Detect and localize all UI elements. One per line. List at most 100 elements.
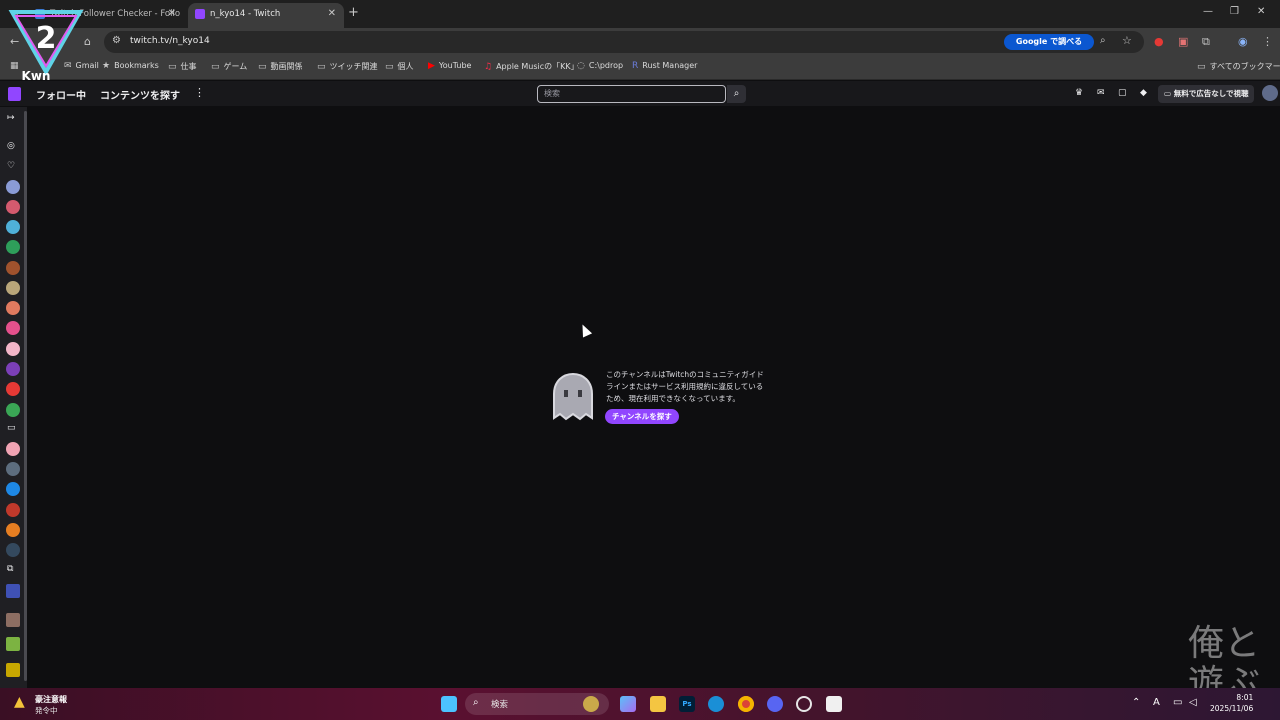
more-icon[interactable]: ⋮ [194,86,205,99]
channel-avatar[interactable] [6,462,20,476]
channel-avatar[interactable] [6,523,20,537]
taskbar-search[interactable]: ⌕ 検索 [465,693,609,715]
folder-icon: ▭ [211,62,220,72]
channel-avatar[interactable] [6,342,20,356]
ghost-icon [553,372,593,421]
channel-avatar[interactable] [6,637,20,651]
streamer-logo-icon: 2 Kwn [8,10,84,82]
home-icon[interactable]: ⌂ [84,35,91,48]
bookmark-folder-personal[interactable]: ▭ 個人 [385,61,414,72]
photoshop-icon[interactable]: Ps [679,696,695,712]
profile-icon[interactable]: ◉ [1238,35,1248,48]
channel-avatar[interactable] [6,403,20,417]
channel-avatar[interactable] [6,482,20,496]
bookmark-star-icon[interactable]: ☆ [1122,34,1132,47]
all-bookmarks[interactable]: ▭すべてのブックマーク [1197,61,1280,72]
volume-icon[interactable]: ◁ [1189,697,1197,708]
channel-avatar[interactable] [6,240,20,254]
channel-avatar[interactable] [6,442,20,456]
bookmark-apple-music[interactable]: ♫ Apple Musicの「KK」 [484,61,579,72]
extension-pink-icon[interactable]: ▣ [1178,35,1188,48]
apple-music-icon: ♫ [484,62,493,72]
channel-avatar[interactable] [6,613,20,627]
adfree-button[interactable]: ▭ 無料で広告なしで視聴 [1158,85,1255,103]
channel-avatar[interactable] [6,281,20,295]
nav-browse[interactable]: コンテンツを探す [100,87,180,102]
folder-icon: ▭ [258,62,267,72]
channel-avatar[interactable] [6,220,20,234]
maximize-icon[interactable]: ❐ [1230,6,1239,17]
close-tab-icon[interactable]: ✕ [328,3,336,25]
camera-icon[interactable]: ▭ [7,423,16,433]
folder-icon: ▭ [317,62,326,72]
recommended-icon[interactable]: ◎ [7,141,15,151]
network-icon[interactable]: ▭ [1173,697,1182,708]
google-search-button[interactable]: Google で調べる [1004,34,1094,50]
system-clock[interactable]: 8:01 2025/11/06 [1210,692,1253,714]
unavailable-message: このチャンネルはTwitchのコミュニティガイドラインまたはサービス利用規約に違… [606,370,764,403]
new-tab-button[interactable]: + [348,5,359,20]
address-bar[interactable]: ⚙ twitch.tv/n_kyo14 Google で調べる ⌕ ☆ [104,31,1144,53]
zoom-icon[interactable]: ⌕ [1100,35,1106,46]
channel-avatar[interactable] [6,503,20,517]
user-avatar[interactable] [1262,85,1278,101]
bookmark-folder-games[interactable]: ▭ ゲーム [211,61,247,72]
twitch-logo-icon[interactable] [8,87,21,101]
windows-taskbar: ▲ 豪注意報 発令中 ⌕ 検索 Ps ⌃ A ▭ ◁ 8:01 2025/11/… [0,688,1280,720]
followed-channels-sidebar: ↦ ◎ ♡ ▭ ⧉ [0,107,27,688]
bookmark-cpdrop[interactable]: ◌ C:\pdrop [577,61,623,71]
folder-icon: ▭ [385,62,394,72]
channel-avatar[interactable] [6,200,20,214]
channel-avatar[interactable] [6,180,20,194]
store-icon[interactable] [826,696,842,712]
channel-avatar[interactable] [6,584,20,598]
url-text: twitch.tv/n_kyo14 [130,36,210,46]
search-input[interactable]: 検索 [537,85,726,103]
bookmark-bookmarks[interactable]: ★ Bookmarks [102,61,159,71]
bits-icon[interactable]: ◆ [1140,88,1147,98]
extensions-icon[interactable]: ⧉ [1202,35,1210,49]
tray-expand-icon[interactable]: ⌃ [1132,697,1140,708]
edge-icon[interactable] [708,696,724,712]
bookmark-youtube[interactable]: ▶ YouTube [428,61,471,71]
minimize-icon[interactable]: — [1203,6,1213,17]
bookmark-folder-work[interactable]: ▭ 仕事 [168,61,197,72]
inbox-icon[interactable]: ✉ [1097,88,1105,98]
channel-avatar[interactable] [6,382,20,396]
file-explorer-icon[interactable] [650,696,666,712]
chrome-icon[interactable] [738,696,754,712]
heart-icon[interactable]: ♡ [7,161,15,171]
bookmark-folder-twitch[interactable]: ▭ ツイッチ関連 [317,61,378,72]
ime-icon[interactable]: A [1153,697,1160,708]
browser-tab-bar: ⌄ Twitch Follower Checker - Follo ✕ n_ky… [0,0,1280,28]
channel-avatar[interactable] [6,362,20,376]
find-channel-button[interactable]: チャンネルを探す [605,409,679,424]
bookmark-folder-video[interactable]: ▭ 動画関係 [258,61,303,72]
site-info-icon[interactable]: ⚙ [112,35,121,46]
channel-content: このチャンネルはTwitchのコミュニティガイドラインまたはサービス利用規約に違… [27,107,1280,688]
tab-twitch-channel[interactable]: n_kyo14 - Twitch ✕ [188,3,344,28]
mouse-cursor-icon [577,322,593,338]
obs-icon[interactable] [796,696,812,712]
copy-icon[interactable]: ⧉ [7,564,13,574]
channel-avatar[interactable] [6,261,20,275]
channel-avatar[interactable] [6,663,20,677]
whisper-icon[interactable]: ▢ [1118,88,1127,98]
prime-crown-icon[interactable]: ♛ [1075,88,1083,98]
close-window-icon[interactable]: ✕ [1257,6,1265,17]
bookmark-rust-manager[interactable]: R Rust Manager [632,61,697,71]
folder-icon: ▭ [1197,62,1206,72]
channel-avatar[interactable] [6,321,20,335]
extension-red-icon[interactable]: ● [1154,35,1164,48]
twitch-top-nav: フォロー中 コンテンツを探す ⋮ 検索 ⌕ ♛ ✉ ▢ ◆ ▭ 無料で広告なしで… [0,81,1280,107]
channel-avatar[interactable] [6,543,20,557]
start-icon[interactable] [441,696,457,712]
channel-avatar[interactable] [6,301,20,315]
menu-icon[interactable]: ⋮ [1262,35,1273,48]
nav-following[interactable]: フォロー中 [36,87,86,102]
search-icon[interactable]: ⌕ [727,85,746,103]
expand-sidebar-icon[interactable]: ↦ [7,113,15,123]
close-tab-icon[interactable]: ✕ [168,3,176,25]
discord-icon[interactable] [767,696,783,712]
copilot-icon[interactable] [620,696,636,712]
